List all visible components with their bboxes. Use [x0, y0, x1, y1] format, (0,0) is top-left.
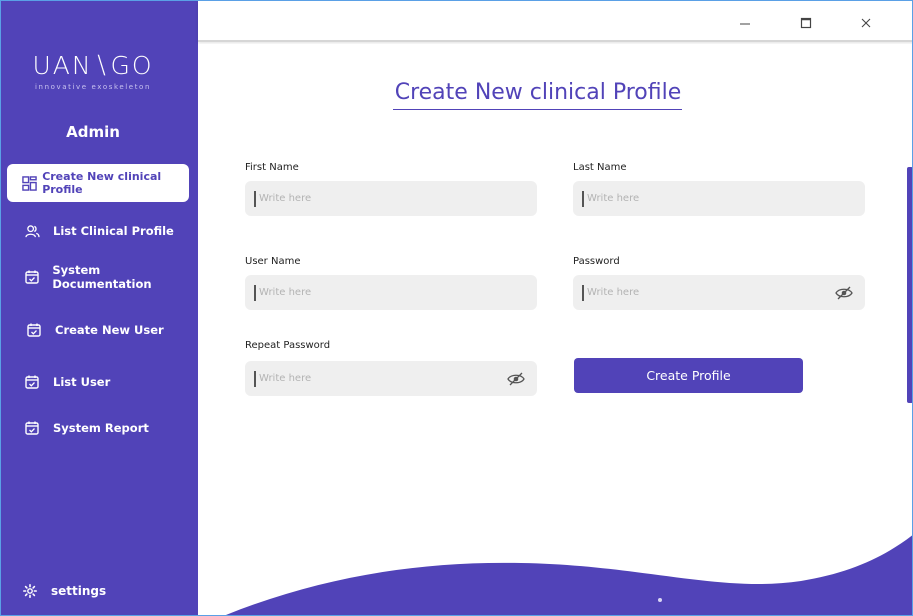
role-label: Admin [66, 123, 120, 141]
title-bar [198, 1, 912, 42]
text-cursor [254, 284, 256, 301]
page-title: Create New clinical Profile [394, 80, 682, 105]
create-profile-button[interactable]: Create Profile [574, 358, 803, 393]
calendar-check-icon [23, 419, 41, 437]
users-icon [23, 222, 41, 240]
app-window: UAN∖GO innovative exoskeleton Admin Crea… [0, 0, 913, 616]
sidebar-item-system-report[interactable]: System Report [1, 409, 198, 447]
password-label: Password [573, 256, 620, 267]
title-underline [393, 109, 682, 110]
text-cursor [254, 190, 256, 207]
minimize-button[interactable] [733, 11, 757, 35]
sidebar: UAN∖GO innovative exoskeleton Admin Crea… [1, 1, 198, 615]
password-field-box [573, 275, 865, 310]
eye-slash-icon[interactable] [835, 285, 853, 301]
user-name-label: User Name [245, 256, 301, 267]
maximize-button[interactable] [794, 11, 818, 35]
sidebar-item-label: System Report [53, 421, 149, 435]
user-name-field[interactable] [259, 287, 489, 298]
settings-label: settings [51, 584, 107, 598]
last-name-field[interactable] [587, 193, 817, 204]
calendar-check-icon [23, 268, 40, 286]
close-icon [861, 18, 871, 28]
password-field[interactable] [587, 287, 817, 298]
sidebar-item-label: List Clinical Profile [53, 224, 174, 238]
text-cursor [582, 190, 584, 207]
calendar-check-icon [23, 373, 41, 391]
text-cursor [254, 370, 256, 387]
last-name-label: Last Name [573, 162, 627, 173]
sidebar-item-label: Create New clinical Profile [42, 170, 162, 196]
first-name-field[interactable] [259, 193, 489, 204]
first-name-label: First Name [245, 162, 299, 173]
repeat-password-field-box [245, 361, 537, 396]
dashboard-grid-icon [21, 174, 37, 192]
user-name-field-box [245, 275, 537, 310]
text-cursor [582, 284, 584, 301]
sidebar-item-create-clinical-profile[interactable]: Create New clinical Profile [7, 164, 189, 202]
main-content: Create New clinical Profile First Name L… [198, 44, 912, 615]
eye-slash-icon[interactable] [507, 371, 525, 387]
logo-tagline: innovative exoskeleton [35, 83, 151, 91]
logo-text: UAN∖GO [32, 51, 154, 80]
sidebar-item-list-user[interactable]: List User [1, 363, 198, 401]
sidebar-item-label: Create New User [55, 323, 164, 337]
repeat-password-field[interactable] [259, 373, 489, 384]
first-name-field-box [245, 181, 537, 216]
sidebar-item-create-new-user[interactable]: Create New User [1, 311, 198, 349]
sidebar-item-label: List User [53, 375, 111, 389]
sidebar-item-list-clinical-profile[interactable]: List Clinical Profile [1, 212, 198, 250]
calendar-check-icon [25, 321, 43, 339]
page-indicator-dot [658, 598, 662, 602]
settings-button[interactable]: settings [1, 579, 198, 603]
maximize-icon [800, 17, 812, 29]
minimize-icon [740, 23, 750, 25]
repeat-password-label: Repeat Password [245, 340, 331, 351]
close-button[interactable] [854, 11, 878, 35]
last-name-field-box [573, 181, 865, 216]
logo: UAN∖GO innovative exoskeleton [1, 51, 185, 91]
sidebar-item-label: System Documentation [52, 263, 152, 291]
sidebar-item-system-documentation[interactable]: System Documentation [1, 258, 198, 296]
gear-icon [23, 584, 37, 598]
scrollbar[interactable] [907, 167, 912, 403]
